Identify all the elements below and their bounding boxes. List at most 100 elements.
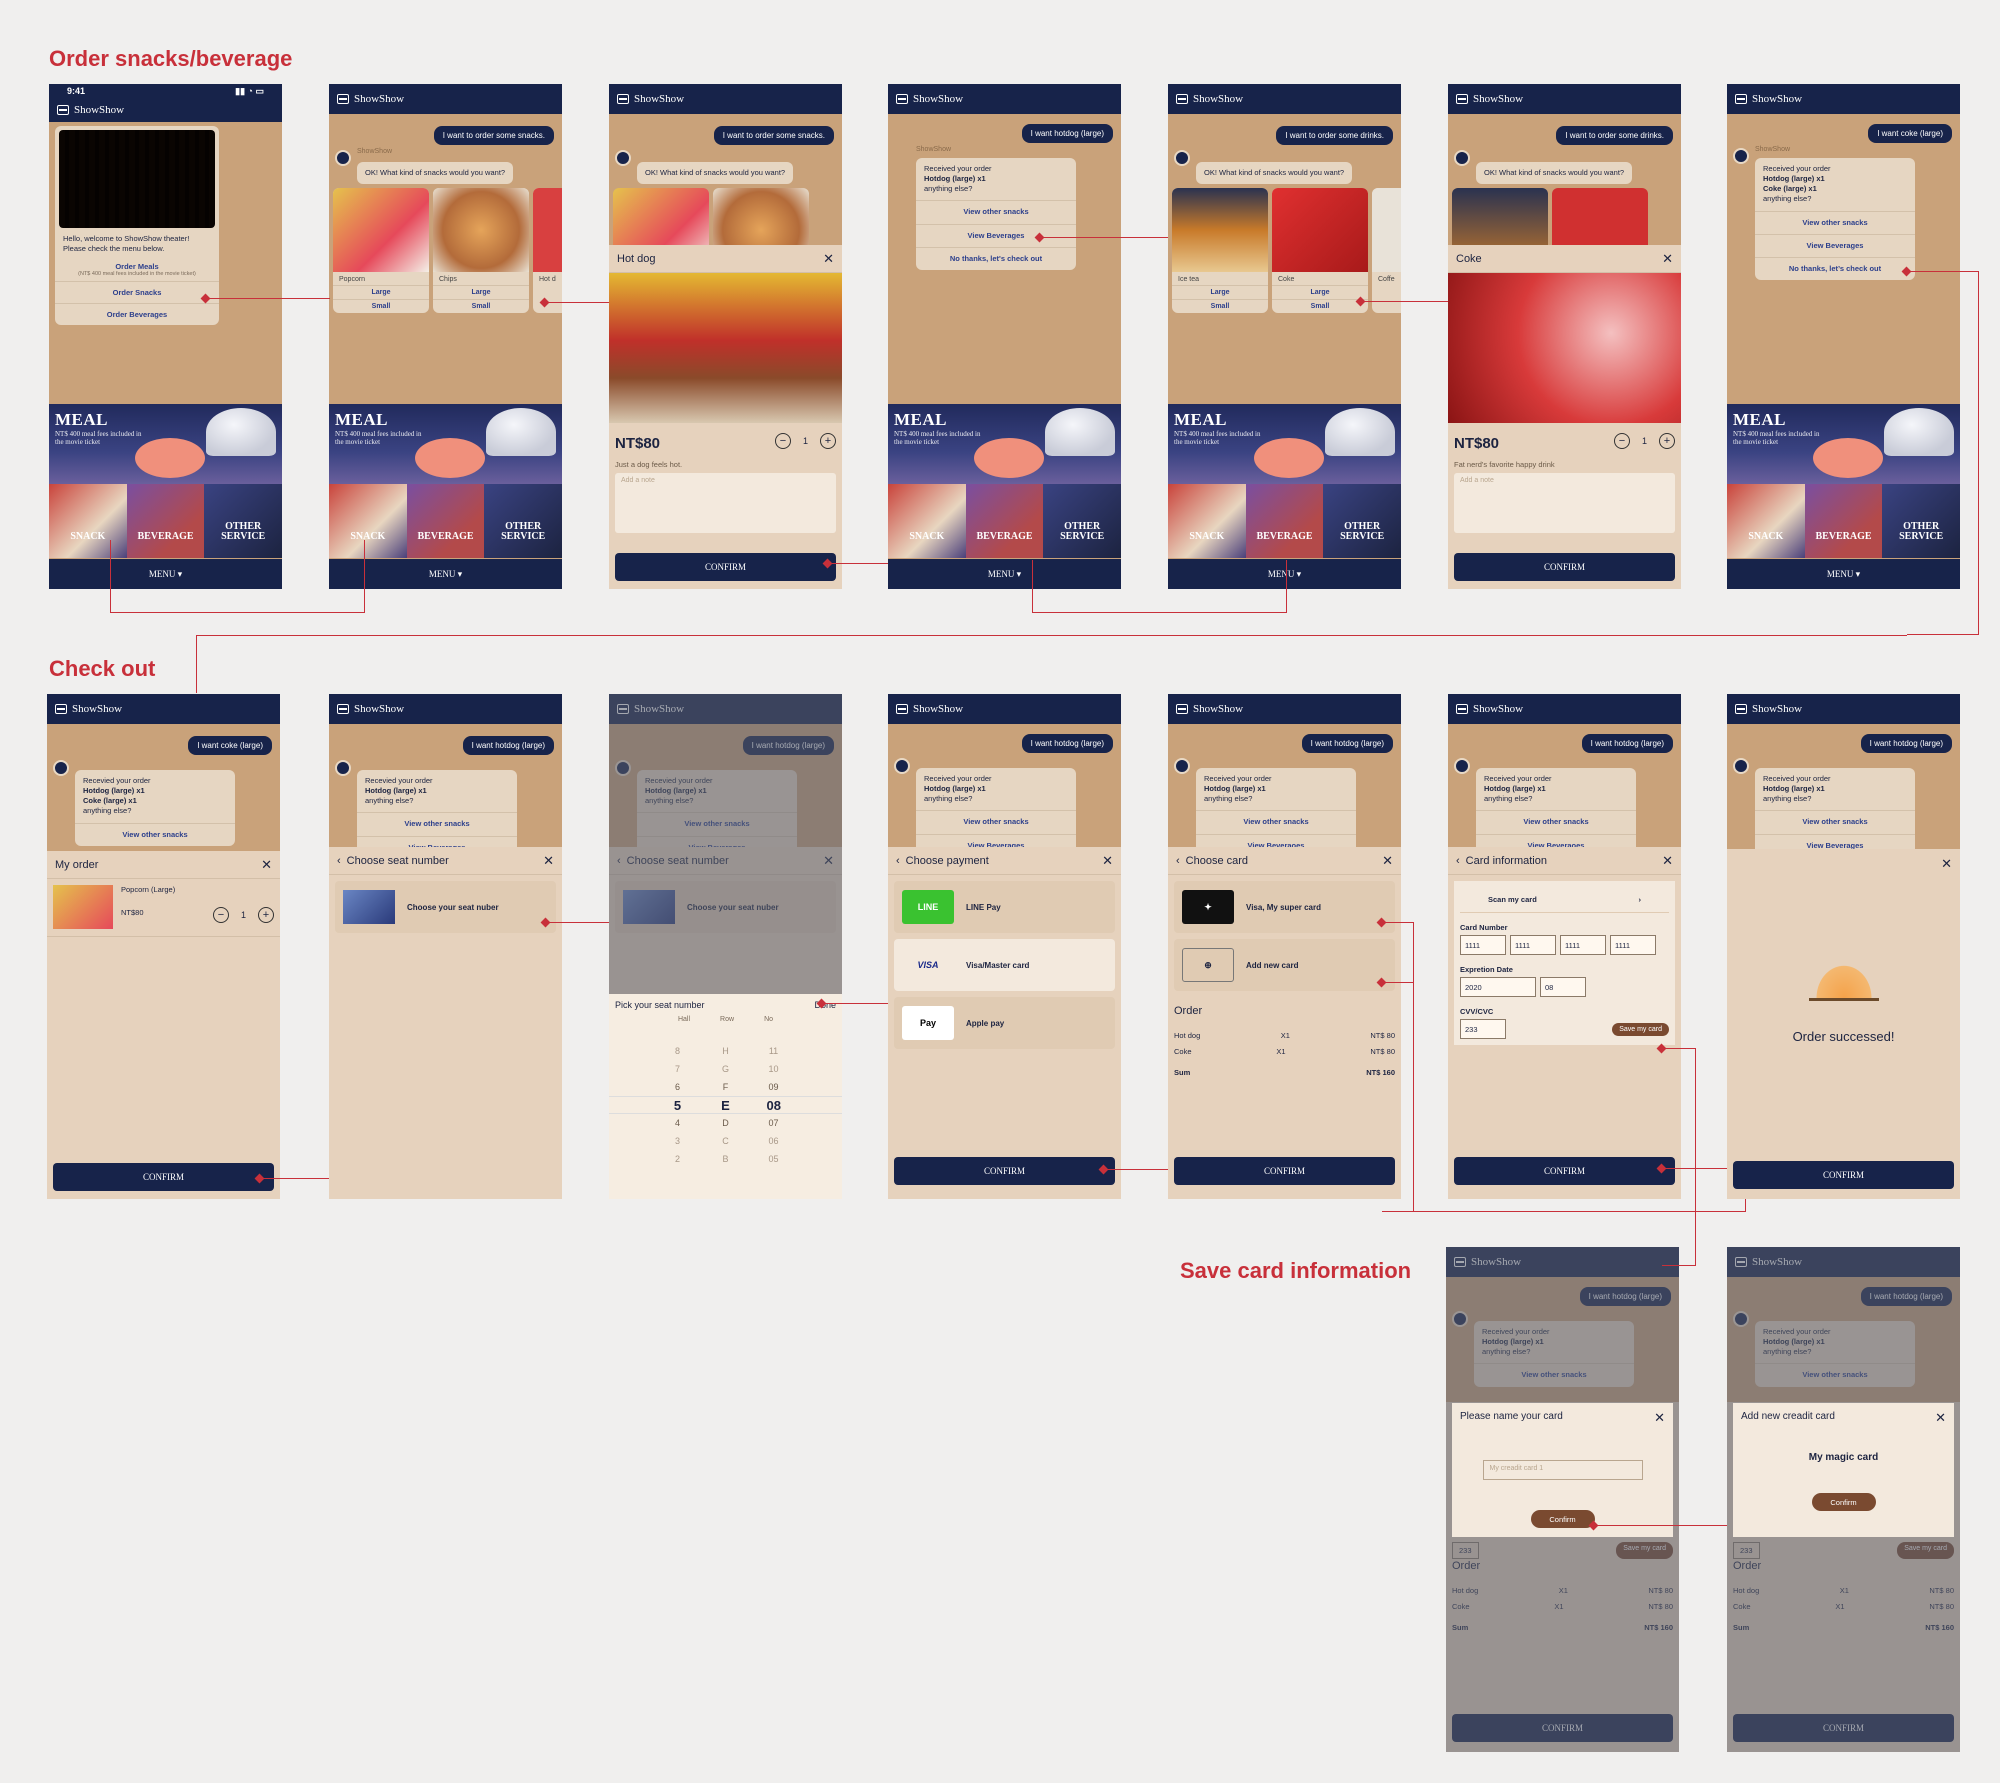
back-icon[interactable]: ‹ [337, 855, 341, 867]
user-message: I want coke (large) [1868, 124, 1952, 143]
order-item-name: Popcorn (Large) [121, 885, 176, 894]
flow-arrow [1662, 1048, 1696, 1266]
line-pay-option[interactable]: LINE LINE Pay [894, 881, 1115, 933]
order-meals-button[interactable]: Order Meals [55, 256, 219, 271]
cloche-icon [1045, 408, 1115, 456]
popcorn-image [333, 188, 429, 272]
size-small-button[interactable]: Small [333, 299, 429, 313]
order-beverages-button[interactable]: Order Beverages [55, 302, 219, 325]
confirm-button[interactable]: CONFIRM [53, 1163, 274, 1191]
visa-option[interactable]: VISA Visa/Master card [894, 939, 1115, 991]
view-snacks-button[interactable]: View other snacks [1755, 210, 1915, 234]
size-small-button[interactable]: Small [1172, 299, 1268, 313]
other-service-tile[interactable]: OTHER SERVICE [1323, 484, 1401, 558]
snack-tile[interactable]: SNACK [1168, 484, 1246, 558]
size-large-button[interactable]: Large [1172, 285, 1268, 299]
note-input[interactable]: Add a note [615, 473, 836, 533]
confirm-button[interactable]: CONFIRM [894, 1157, 1115, 1185]
order-snacks-button[interactable]: Order Snacks [55, 280, 219, 303]
cloche-icon [206, 408, 276, 456]
snack-tile[interactable]: SNACK [1727, 484, 1805, 558]
exp-month-field[interactable]: 08 [1540, 977, 1586, 997]
view-beverages-button[interactable]: View Beverages [916, 223, 1076, 247]
confirm-button[interactable]: CONFIRM [1454, 1157, 1675, 1185]
add-card-item[interactable]: ⊕ Add new card [1174, 939, 1395, 991]
checkout-button[interactable]: No thanks, let's check out [916, 246, 1076, 270]
confirm-button[interactable]: Confirm [1811, 1493, 1876, 1511]
apple-pay-option[interactable]: Pay Apple pay [894, 997, 1115, 1049]
plus-icon[interactable]: + [258, 907, 274, 923]
size-small-button[interactable]: Small [1272, 299, 1368, 313]
minus-icon[interactable]: − [774, 433, 791, 449]
screen-my-order: ShowShow I want coke (large) Recevied yo… [47, 694, 280, 1199]
minus-icon[interactable]: − [212, 907, 229, 923]
exp-year-field[interactable]: 2020 [1460, 977, 1536, 997]
other-service-tile[interactable]: OTHER SERVICE [1043, 484, 1121, 558]
close-icon[interactable]: ✕ [261, 858, 272, 871]
screen-card-info: ShowShow I want hotdog (large) Received … [1448, 694, 1681, 1199]
seat-picker[interactable]: Pick your seat number Done Hall Row No 8 H 11… [609, 994, 842, 1199]
flow-arrow [1040, 237, 1168, 238]
beverage-tile[interactable]: BEVERAGE [1245, 484, 1324, 558]
close-icon[interactable]: ✕ [1654, 1411, 1665, 1424]
back-icon[interactable]: ‹ [1456, 855, 1460, 867]
minus-icon[interactable]: − [1613, 433, 1630, 449]
close-icon[interactable]: ✕ [1662, 252, 1673, 265]
close-icon[interactable]: ✕ [1662, 854, 1673, 867]
plus-icon[interactable]: + [1659, 433, 1675, 449]
user-message: I want to order some snacks. [713, 126, 834, 145]
plus-icon[interactable]: + [820, 433, 836, 449]
close-icon[interactable]: ✕ [543, 854, 554, 867]
other-service-tile[interactable]: OTHER SERVICE [484, 484, 562, 558]
view-snacks-button[interactable]: View other snacks [357, 812, 517, 835]
size-large-button[interactable]: Large [433, 285, 529, 299]
saved-card-item[interactable]: ✦ Visa, My super card [1174, 881, 1395, 933]
card-number-field[interactable]: 1111 [1460, 935, 1506, 955]
close-icon[interactable]: ✕ [1102, 854, 1113, 867]
size-large-button[interactable]: Large [1272, 285, 1368, 299]
snack-tile[interactable]: SNACK [888, 484, 966, 558]
back-icon[interactable]: ‹ [1176, 855, 1180, 867]
card-number-field[interactable]: 1111 [1510, 935, 1556, 955]
size-large-button[interactable]: Large [333, 285, 429, 299]
view-beverages-button[interactable]: View Beverages [1755, 233, 1915, 257]
card-number-field[interactable]: 1111 [1560, 935, 1606, 955]
confirm-button[interactable]: CONFIRM [1174, 1157, 1395, 1185]
choose-seat-item[interactable]: Choose your seat nuber [335, 881, 556, 933]
close-icon[interactable]: ✕ [1382, 854, 1393, 867]
note-input[interactable]: Add a note [1454, 473, 1675, 533]
product-card: Chips Large Small [433, 188, 529, 313]
view-snacks-button[interactable]: View other snacks [75, 822, 235, 846]
screen-choose-card: ShowShow I want hotdog (large) Received … [1168, 694, 1401, 1199]
welcome-card: Hello, welcome to ShowShow theater! Plea… [55, 126, 219, 325]
welcome-text: Hello, welcome to ShowShow theater! Plea… [63, 234, 190, 253]
card-name-input[interactable]: My creadit card 1 [1482, 1460, 1643, 1480]
confirm-button[interactable]: Confirm [1530, 1510, 1595, 1528]
flow-arrow [1104, 1169, 1168, 1170]
beverage-tile[interactable]: BEVERAGE [1804, 484, 1883, 558]
confirm-button[interactable]: CONFIRM [1733, 1161, 1954, 1189]
close-icon[interactable]: ✕ [823, 252, 834, 265]
theater-image [59, 130, 215, 228]
close-icon[interactable]: ✕ [1935, 1411, 1946, 1424]
beverage-tile[interactable]: BEVERAGE [965, 484, 1044, 558]
save-card-button[interactable]: Save my card [1612, 1022, 1669, 1036]
view-snacks-button[interactable]: View other snacks [916, 200, 1076, 223]
beverage-tile[interactable]: BEVERAGE [406, 484, 485, 558]
size-small-button[interactable]: Small [433, 299, 529, 313]
scan-card-button[interactable]: Scan my card › [1460, 887, 1669, 913]
card-number-field[interactable]: 1111 [1610, 935, 1656, 955]
confirm-button[interactable]: CONFIRM [615, 553, 836, 581]
checkout-button[interactable]: No thanks, let’s check out [1755, 256, 1915, 280]
confirm-button[interactable]: CONFIRM [1454, 553, 1675, 581]
screen-name-card: ShowShow I want hotdog (large) Received … [1446, 1247, 1679, 1752]
screen-snacks: ShowShow I want to order some snacks. Sh… [329, 84, 562, 589]
cvv-field[interactable]: 233 [1460, 1019, 1506, 1039]
success-message: Order successed! [1792, 1029, 1895, 1044]
back-icon[interactable]: ‹ [896, 855, 900, 867]
meal-banner[interactable]: MEAL NT$ 400 meal fees included in the mo… [49, 404, 282, 484]
close-icon[interactable]: ✕ [1941, 857, 1952, 870]
screen-received-hotdog: ShowShow I want hotdog (large) ShowShow … [888, 84, 1121, 589]
coke-photo [1448, 273, 1681, 423]
flow-arrow [822, 1003, 888, 1004]
